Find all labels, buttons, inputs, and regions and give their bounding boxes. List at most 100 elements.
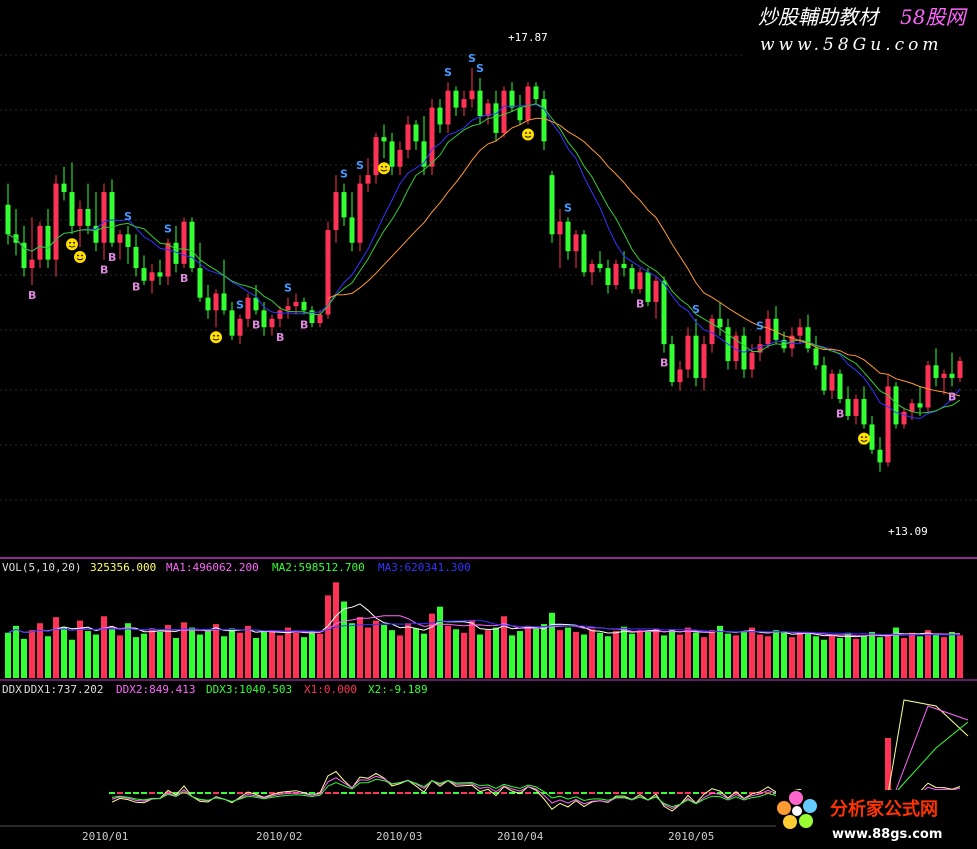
- candle-body: [69, 192, 75, 226]
- watermark-top-title-b: 58股网: [900, 5, 968, 29]
- candle-body: [893, 386, 899, 425]
- candle-body: [229, 310, 235, 336]
- volume-bar: [245, 625, 251, 678]
- ddx-bar: [365, 792, 371, 794]
- smiley-eye: [865, 436, 867, 439]
- candle-body: [349, 217, 355, 243]
- volume-bar: [565, 627, 571, 678]
- candle-body: [77, 208, 83, 226]
- candle-body: [677, 369, 683, 383]
- ddx-bar: [725, 792, 731, 794]
- candle-body: [293, 301, 299, 307]
- buy-marker: B: [132, 281, 140, 294]
- candle-body: [477, 90, 483, 117]
- volume-bar: [45, 636, 51, 678]
- ddx-bar: [573, 792, 579, 794]
- volume-bar: [581, 634, 587, 678]
- ddx-bar: [357, 792, 363, 794]
- x-tick-label: 2010/03: [376, 830, 422, 843]
- smiley-face: [210, 331, 222, 344]
- watermark-top-url: www.58Gu.com: [760, 35, 942, 55]
- candle-body: [221, 293, 227, 311]
- candle-body: [45, 225, 51, 260]
- volume-bar: [821, 639, 827, 678]
- candle-body: [533, 86, 539, 100]
- vol-ma3: MA3:620341.300: [378, 561, 471, 574]
- volume-bar: [285, 627, 291, 678]
- ddx-bar: [565, 792, 571, 794]
- ddx-bar: [461, 792, 467, 794]
- volume-bar: [85, 631, 91, 678]
- volume-bar: [269, 630, 275, 678]
- volume-bar: [493, 627, 499, 678]
- watermark-bottom-url: www.88gs.com: [832, 827, 942, 842]
- candle-body: [941, 373, 947, 378]
- smiley-face: [522, 128, 534, 141]
- volume-bar: [549, 612, 555, 678]
- ddx-bar: [325, 792, 331, 794]
- candle-body: [749, 352, 755, 370]
- smiley-eye: [861, 436, 863, 439]
- x2-value: X2:-9.189: [368, 683, 428, 696]
- volume-bar: [109, 629, 115, 678]
- smiley-face: [378, 162, 390, 175]
- candle-body: [669, 344, 675, 383]
- volume-bar: [133, 637, 139, 678]
- ddx-bar: [621, 792, 627, 794]
- buy-marker: B: [28, 289, 36, 302]
- smiley-eye: [73, 241, 75, 244]
- volume-bar: [741, 631, 747, 678]
- candle-body: [501, 90, 507, 133]
- candle-body: [877, 449, 883, 463]
- candle-body: [317, 314, 323, 324]
- ddx-bar: [629, 792, 635, 794]
- ddx-bar: [237, 792, 243, 794]
- ddx-bar: [509, 792, 515, 794]
- volume-bar: [853, 638, 859, 678]
- volume-bar: [637, 630, 643, 678]
- volume-bar: [589, 629, 595, 678]
- ddx-bar: [597, 792, 603, 794]
- candle-body: [557, 221, 563, 235]
- volume-bar: [229, 628, 235, 678]
- ddx-bar: [445, 792, 451, 794]
- watermark-top: 炒股輔助教材 58股网 www.58Gu.com: [742, 0, 977, 58]
- candle-body: [917, 403, 923, 408]
- smiley-icon: [378, 162, 390, 175]
- candle-body: [117, 234, 123, 243]
- ddx-bar: [485, 792, 491, 794]
- x-tick-label: 2010/01: [82, 830, 128, 843]
- candle-body: [925, 365, 931, 408]
- volume-bar: [341, 601, 347, 678]
- candle-body: [53, 183, 59, 260]
- x-tick-label: 2010/02: [256, 830, 302, 843]
- candle-body: [5, 204, 11, 235]
- candle-body: [37, 225, 43, 260]
- candle-body: [813, 348, 819, 366]
- candle-body: [141, 268, 147, 281]
- candle-body: [573, 234, 579, 252]
- ddx-bar: [453, 792, 459, 794]
- volume-bar: [621, 626, 627, 678]
- ddx1-value: DDX1:737.202: [24, 683, 103, 696]
- smiley-icon: [858, 432, 870, 445]
- volume-bar: [541, 624, 547, 678]
- candle-body: [149, 272, 155, 281]
- candle-body: [629, 268, 635, 290]
- buy-marker: B: [276, 331, 284, 344]
- volume-bar: [205, 630, 211, 678]
- ddx-bar: [501, 792, 507, 794]
- smiley-eye: [69, 241, 71, 244]
- candle-body: [181, 221, 187, 264]
- volume-bar: [757, 634, 763, 678]
- candle-body: [829, 373, 835, 391]
- volume-bar: [477, 634, 483, 678]
- candle-body: [565, 221, 571, 252]
- sell-marker: S: [340, 168, 348, 181]
- candle-body: [605, 268, 611, 285]
- candle-body: [261, 310, 267, 328]
- candle-body: [341, 192, 347, 218]
- candle-body: [213, 293, 219, 311]
- volume-bar: [837, 638, 843, 678]
- ddx-bar: [397, 792, 403, 794]
